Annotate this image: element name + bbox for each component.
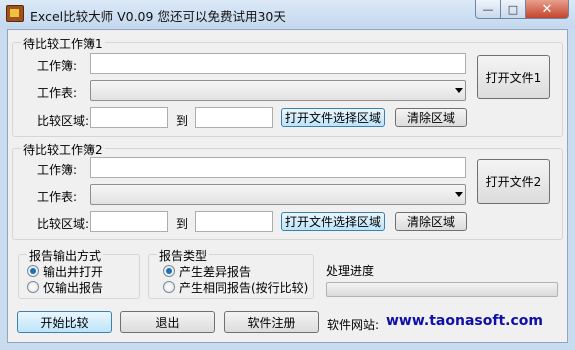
workbook1-group: 待比较工作簿1 工作簿: 工作表: 比较区域: 到 打开文件选择区域 清除区域 …	[12, 35, 563, 137]
workbook2-sheet-label: 工作表:	[37, 190, 78, 204]
main-panel: 待比较工作簿1 工作簿: 工作表: 比较区域: 到 打开文件选择区域 清除区域 …	[7, 29, 568, 343]
report-type-label: 报告类型	[157, 247, 210, 264]
workbook2-group: 待比较工作簿2 工作簿: 工作表: 比较区域: 到 打开文件选择区域 清除区域 …	[12, 141, 563, 240]
workbook2-workbook-field[interactable]	[90, 157, 466, 178]
output-open-radio[interactable]	[27, 265, 39, 277]
output-only-radio[interactable]	[27, 281, 39, 293]
title-bar: Excel比较大师 V0.09 您还可以免费试用30天 — □ ✕	[0, 0, 575, 28]
exit-button[interactable]: 退出	[120, 311, 215, 333]
output-mode-label: 报告输出方式	[27, 247, 104, 264]
chevron-down-icon	[455, 192, 463, 197]
workbook1-range-from-field[interactable]	[90, 107, 168, 128]
report-type-group: 报告类型 产生差异报告 产生相同报告(按行比较)	[148, 247, 314, 299]
report-diff-radio[interactable]	[163, 265, 175, 277]
workbook1-select-range-button[interactable]: 打开文件选择区域	[281, 108, 385, 127]
workbook2-clear-range-button[interactable]: 清除区域	[395, 212, 467, 231]
workbook2-to-label: 到	[176, 217, 189, 231]
workbook2-range-to-field[interactable]	[195, 211, 273, 232]
app-icon	[6, 5, 24, 22]
progress-bar	[326, 282, 558, 297]
workbook2-range-label: 比较区域:	[37, 217, 90, 231]
window-title: Excel比较大师 V0.09 您还可以免费试用30天	[30, 9, 286, 24]
report-diff-label: 产生差异报告	[179, 265, 252, 279]
workbook1-workbook-label: 工作簿:	[37, 59, 78, 73]
output-open-label: 输出并打开	[43, 265, 104, 279]
workbook1-sheet-label: 工作表:	[37, 86, 78, 100]
workbook1-sheet-dropdown[interactable]	[90, 80, 466, 101]
workbook2-sheet-dropdown[interactable]	[90, 184, 466, 205]
workbook1-to-label: 到	[176, 114, 189, 128]
workbook2-group-label: 待比较工作簿2	[21, 141, 105, 158]
report-same-radio[interactable]	[163, 281, 175, 293]
maximize-button[interactable]: □	[501, 0, 526, 19]
report-same-label: 产生相同报告(按行比较)	[179, 281, 309, 295]
progress-label: 处理进度	[326, 264, 375, 278]
register-button[interactable]: 软件注册	[224, 311, 319, 333]
output-mode-group: 报告输出方式 输出并打开 仅输出报告	[18, 247, 140, 299]
workbook1-group-label: 待比较工作簿1	[21, 35, 105, 52]
workbook1-range-to-field[interactable]	[195, 107, 273, 128]
workbook2-select-range-button[interactable]: 打开文件选择区域	[281, 212, 385, 231]
workbook2-workbook-label: 工作簿:	[37, 163, 78, 177]
chevron-down-icon	[455, 88, 463, 93]
website-label: 软件网站:	[327, 318, 380, 332]
open-file1-button[interactable]: 打开文件1	[477, 55, 550, 99]
workbook2-range-from-field[interactable]	[90, 211, 168, 232]
window-controls: — □ ✕	[475, 0, 569, 20]
start-compare-button[interactable]: 开始比较	[17, 311, 112, 333]
close-button[interactable]: ✕	[526, 0, 569, 19]
workbook1-clear-range-button[interactable]: 清除区域	[395, 108, 467, 127]
workbook1-workbook-field[interactable]	[90, 53, 466, 74]
website-link[interactable]: www.taonasoft.com	[386, 313, 543, 329]
open-file2-button[interactable]: 打开文件2	[477, 159, 550, 204]
output-only-label: 仅输出报告	[43, 281, 104, 295]
minimize-button[interactable]: —	[475, 0, 501, 19]
workbook1-range-label: 比较区域:	[37, 114, 90, 128]
